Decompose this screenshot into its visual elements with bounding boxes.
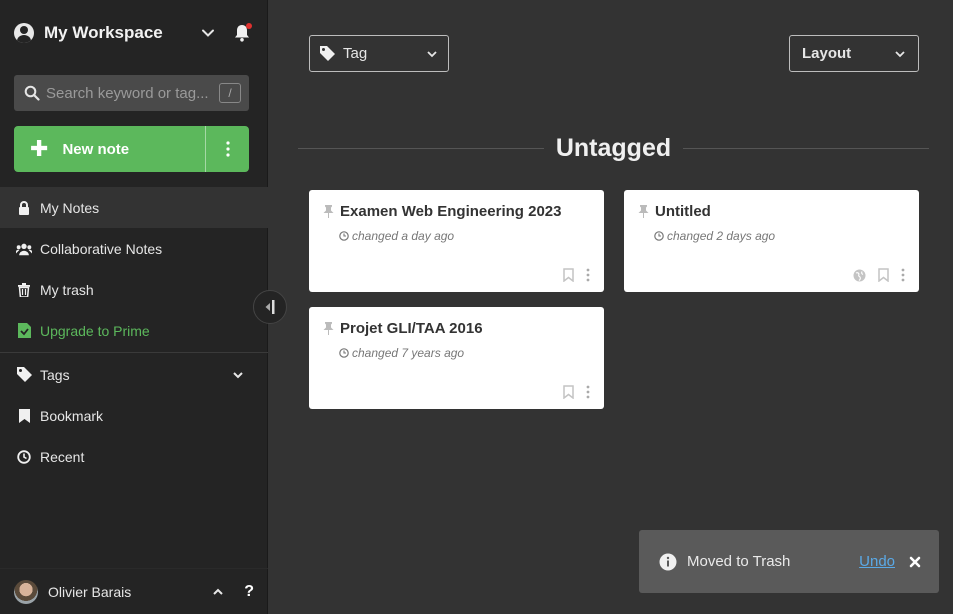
sidebar-item-label: Recent <box>40 448 85 465</box>
sidebar-item-trash[interactable]: My trash <box>0 269 268 310</box>
section-title: Untagged <box>555 133 672 162</box>
sidebar: My Workspace / ✚ New note <box>0 0 268 614</box>
divider <box>683 147 929 149</box>
bookmark-icon <box>16 408 32 424</box>
note-card-title[interactable]: Untitled <box>638 203 711 220</box>
pin-icon[interactable] <box>323 205 334 218</box>
collapse-icon <box>264 299 276 315</box>
search-input[interactable] <box>46 84 219 102</box>
note-card-actions <box>563 385 590 399</box>
chevron-down-icon <box>894 48 906 60</box>
note-card-actions <box>563 268 590 282</box>
sidebar-item-label: Tags <box>40 366 70 383</box>
pin-icon[interactable] <box>638 205 649 218</box>
sidebar-item-label: Bookmark <box>40 407 104 424</box>
note-card-actions <box>853 268 905 282</box>
note-card-time: changed 7 years ago <box>339 346 464 360</box>
note-time-text: changed 7 years ago <box>352 346 465 360</box>
sidebar-item-label: My trash <box>40 281 94 298</box>
kebab-icon[interactable] <box>586 385 590 399</box>
layout-dropdown[interactable]: Layout <box>789 35 919 72</box>
undo-link[interactable]: Undo <box>859 553 895 570</box>
clock-icon <box>16 449 32 465</box>
divider <box>298 147 544 149</box>
toast-message: Moved to Trash <box>687 553 791 570</box>
note-title-text: Examen Web Engineering 2023 <box>340 203 562 220</box>
clock-icon <box>654 231 664 241</box>
sidebar-nav: My Notes Collaborative Notes My trash Up… <box>0 187 268 477</box>
collapse-sidebar-button[interactable] <box>253 290 287 324</box>
plus-icon: ✚ <box>30 136 49 161</box>
sidebar-item-recent[interactable]: Recent <box>0 436 268 477</box>
chevron-down-icon[interactable] <box>196 21 220 45</box>
note-title-text: Untitled <box>655 203 711 220</box>
chevron-down-icon[interactable] <box>232 369 244 381</box>
bell-icon[interactable] <box>230 21 254 45</box>
sidebar-item-label: Upgrade to Prime <box>40 322 150 339</box>
user-circle-icon <box>14 23 34 43</box>
note-title-text: Projet GLI/TAA 2016 <box>340 320 483 337</box>
sidebar-item-tags[interactable]: Tags <box>0 354 268 395</box>
note-card[interactable]: Projet GLI/TAA 2016 changed 7 years ago <box>309 307 604 409</box>
new-note-options-button[interactable] <box>205 126 249 172</box>
bookmark-icon[interactable] <box>563 268 574 282</box>
notification-dot <box>246 23 252 29</box>
sidebar-item-label: My Notes <box>40 199 100 216</box>
kebab-icon[interactable] <box>901 268 905 282</box>
info-icon <box>659 553 677 571</box>
clock-icon <box>339 348 349 358</box>
pin-icon[interactable] <box>323 322 334 335</box>
note-card-time: changed a day ago <box>339 229 454 243</box>
nav-divider <box>0 352 268 353</box>
chevron-down-icon <box>426 48 438 60</box>
note-time-text: changed 2 days ago <box>667 229 776 243</box>
layout-label: Layout <box>802 45 852 62</box>
globe-icon[interactable] <box>853 269 866 282</box>
users-icon <box>16 241 32 257</box>
note-time-text: changed a day ago <box>352 229 455 243</box>
sidebar-item-bookmark[interactable]: Bookmark <box>0 395 268 436</box>
search-icon <box>24 85 40 101</box>
note-card[interactable]: Examen Web Engineering 2023 changed a da… <box>309 190 604 292</box>
clock-icon <box>339 231 349 241</box>
tag-filter-label: Tag <box>343 45 368 62</box>
new-note-button[interactable]: ✚ New note <box>14 126 205 172</box>
note-card-time: changed 2 days ago <box>654 229 775 243</box>
sidebar-item-collaborative-notes[interactable]: Collaborative Notes <box>0 228 268 269</box>
user-name[interactable]: Olivier Barais <box>48 584 212 600</box>
close-icon[interactable] <box>909 556 921 568</box>
note-card-title[interactable]: Projet GLI/TAA 2016 <box>323 320 483 337</box>
new-note-group: ✚ New note <box>14 126 249 172</box>
trash-icon <box>16 282 32 298</box>
note-card[interactable]: Untitled changed 2 days ago <box>624 190 919 292</box>
user-bar: Olivier Barais ? <box>0 568 268 614</box>
help-button[interactable]: ? <box>244 583 254 601</box>
lock-icon <box>16 200 32 216</box>
bookmark-icon[interactable] <box>878 268 889 282</box>
section-heading: Untagged <box>298 130 929 166</box>
sidebar-item-label: Collaborative Notes <box>40 240 163 257</box>
bookmark-icon[interactable] <box>563 385 574 399</box>
chevron-up-icon[interactable] <box>212 586 224 598</box>
kebab-icon[interactable] <box>586 268 590 282</box>
workspace-header: My Workspace <box>0 0 268 66</box>
prime-icon <box>16 323 32 339</box>
new-note-label: New note <box>62 140 130 158</box>
toast-notification: Moved to Trash Undo <box>639 530 939 593</box>
tag-icon <box>16 367 32 383</box>
sidebar-item-upgrade[interactable]: Upgrade to Prime <box>0 310 268 351</box>
search-box[interactable]: / <box>14 75 249 111</box>
tag-icon <box>320 46 335 61</box>
workspace-title[interactable]: My Workspace <box>44 23 196 43</box>
avatar[interactable] <box>14 579 38 604</box>
kebab-icon <box>225 141 230 157</box>
sidebar-item-my-notes[interactable]: My Notes <box>0 187 268 228</box>
tag-filter-dropdown[interactable]: Tag <box>309 35 449 72</box>
note-card-title[interactable]: Examen Web Engineering 2023 <box>323 203 561 220</box>
search-shortcut-hint: / <box>219 83 241 103</box>
